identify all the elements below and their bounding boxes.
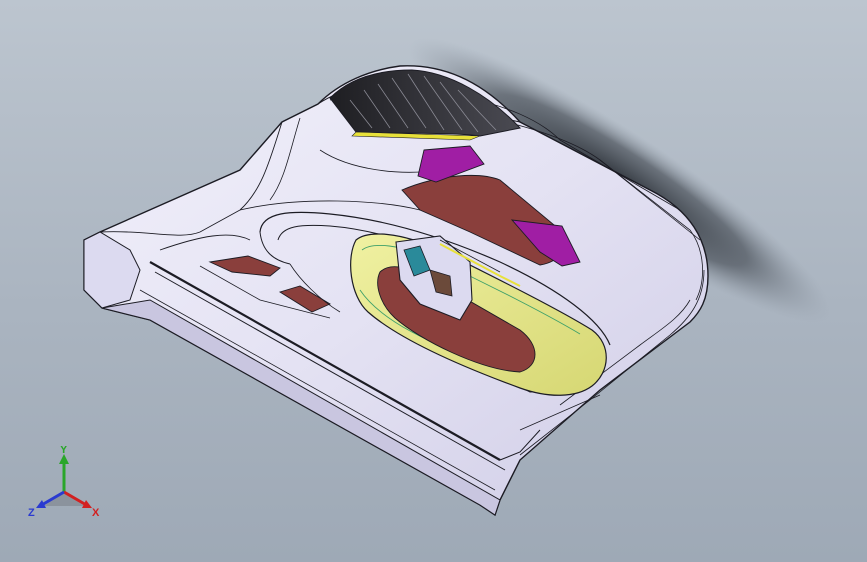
coordinate-triad: Y X Z	[24, 444, 108, 526]
door-panel-model[interactable]	[0, 0, 867, 562]
x-axis-label: X	[92, 507, 100, 519]
y-axis-label: Y	[60, 446, 68, 456]
graphics-viewport[interactable]: Y X Z	[0, 0, 867, 562]
z-axis-label: Z	[28, 507, 35, 519]
